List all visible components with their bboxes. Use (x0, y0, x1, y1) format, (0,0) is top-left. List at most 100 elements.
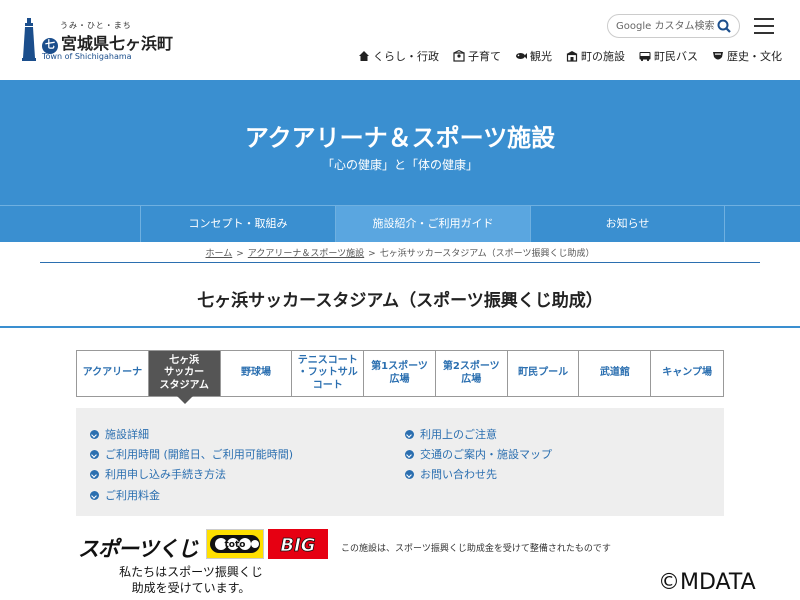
breadcrumb-current: 七ヶ浜サッカースタジアム（スポーツ振興くじ助成） (379, 249, 595, 259)
facility-tab-label: 七ヶ浜 サッカー スタジアム (159, 354, 209, 391)
copyright-watermark: ©MDATA (658, 570, 756, 595)
toto-logo[interactable]: toto (206, 529, 264, 559)
link-label: 交通のご案内・施設マップ (420, 448, 552, 461)
nav-item-tourism[interactable]: 観光 (515, 48, 552, 64)
facility-tab[interactable]: 七ヶ浜 サッカー スタジアム (148, 351, 221, 404)
top-nav: くらし・行政 子育て 観光 町の施設 町民バス 歴史・文化 (358, 48, 782, 64)
facility-tab-label: キャンプ場 (662, 367, 712, 379)
breadcrumb: ホーム > アクアリーナ＆スポーツ施設 > 七ヶ浜サッカースタジアム（スポーツ振興くじ助… (0, 246, 800, 259)
facility-tab[interactable]: 野球場 (220, 351, 293, 396)
search-box (607, 14, 740, 38)
nav-label: くらし・行政 (373, 50, 439, 63)
search-icon[interactable] (717, 19, 731, 33)
facility-tabs: アクアリーナ 七ヶ浜 サッカー スタジアム 野球場 テニスコート ・フットサル コート… (76, 350, 724, 404)
link-label: 利用申し込み手続き方法 (105, 468, 226, 481)
arrow-circle-icon (405, 449, 414, 459)
link-label: 利用上のご注意 (420, 428, 497, 441)
menu-bar (754, 18, 774, 20)
fish-icon (516, 53, 527, 59)
menu-button[interactable] (754, 18, 774, 34)
big-logo-mark: BIG (280, 535, 316, 557)
arrow-circle-icon (405, 429, 414, 439)
nav-item-childcare[interactable]: 子育て (453, 48, 501, 64)
nav-label: 町民バス (654, 50, 698, 63)
breadcrumb-parent[interactable]: アクアリーナ＆スポーツ施設 (248, 249, 364, 259)
facility-tab-label: 第2スポーツ 広場 (442, 361, 500, 385)
nav-label: 観光 (530, 50, 552, 63)
arrow-circle-icon (90, 469, 99, 479)
nav-item-living[interactable]: くらし・行政 (358, 48, 439, 64)
section-nav: コンセプト・取組み 施設紹介・ご利用ガイド お知らせ (0, 205, 800, 242)
town-name-text: 宮城県七ヶ浜町 (61, 34, 174, 53)
facility-tab-label: 第1スポーツ 広場 (371, 361, 428, 385)
town-name: 七宮城県七ヶ浜町 (42, 30, 173, 54)
nav-item-facilities[interactable]: 町の施設 (566, 48, 625, 64)
facility-tab-label: アクアリーナ (82, 367, 143, 379)
hero-banner: アクアリーナ＆スポーツ施設 「心の健康」と「体の健康」 (0, 80, 800, 205)
link-precautions[interactable]: 利用上のご注意 (405, 426, 497, 442)
facility-tab-label: 野球場 (240, 367, 271, 379)
tab-concept[interactable]: コンセプト・取組み (140, 206, 335, 242)
arrow-circle-icon (90, 449, 99, 459)
facility-tab[interactable]: 第1スポーツ 広場 (364, 351, 436, 396)
big-label: BIG (280, 535, 315, 556)
link-access-map[interactable]: 交通のご案内・施設マップ (405, 446, 552, 462)
divider (0, 326, 800, 328)
nav-label: 歴史・文化 (727, 50, 782, 63)
tab-facility-guide[interactable]: 施設紹介・ご利用ガイド (335, 206, 530, 242)
facility-tab[interactable]: アクアリーナ (77, 351, 149, 396)
house-icon (359, 51, 369, 61)
link-contact[interactable]: お問い合わせ先 (405, 466, 497, 482)
lighthouse-icon (22, 18, 36, 61)
hero-title: アクアリーナ＆スポーツ施設 (244, 124, 556, 152)
search-input[interactable] (616, 18, 716, 34)
info-links-box: 施設詳細 ご利用時間 (開館日、ご利用可能時間) 利用申し込み手続き方法 ご利用… (76, 408, 724, 516)
site-header: うみ・ひと・まち 七宮城県七ヶ浜町 Town of Shichigahama く… (0, 0, 800, 80)
facility-tab-label: 町民プール (518, 367, 569, 379)
link-fees[interactable]: ご利用料金 (90, 487, 160, 503)
building-icon (566, 51, 578, 62)
nav-item-history[interactable]: 歴史・文化 (712, 48, 782, 64)
link-opening-hours[interactable]: ご利用時間 (開館日、ご利用可能時間) (90, 446, 293, 462)
big-logo[interactable]: BIG (268, 529, 328, 559)
support-line: 助成を受けています。 (131, 581, 251, 596)
breadcrumb-separator: > (368, 249, 376, 259)
facility-tab[interactable]: キャンプ場 (651, 351, 724, 396)
facility-tab[interactable]: テニスコート ・フットサル コート (292, 351, 365, 396)
page-title: 七ヶ浜サッカースタジアム（スポーツ振興くじ助成） (197, 291, 603, 311)
arrow-circle-icon (90, 490, 99, 500)
link-label: お問い合わせ先 (420, 468, 497, 481)
nav-label: 子育て (468, 50, 501, 63)
town-logo[interactable]: うみ・ひと・まち 七宮城県七ヶ浜町 Town of Shichigahama (18, 16, 188, 64)
town-english-name: Town of Shichigahama (42, 52, 132, 61)
facility-tab[interactable]: 町民プール (507, 351, 580, 396)
breadcrumb-separator: > (236, 249, 244, 259)
tab-news[interactable]: お知らせ (530, 206, 725, 242)
nav-item-bus[interactable]: 町民バス (639, 48, 698, 64)
history-icon (713, 52, 723, 60)
menu-bar (754, 25, 774, 27)
link-application[interactable]: 利用申し込み手続き方法 (90, 466, 226, 482)
toto-logo-mark: toto (210, 535, 260, 553)
arrow-circle-icon (405, 469, 414, 479)
hero-subtitle: 「心の健康」と「体の健康」 (321, 158, 478, 172)
subsidy-notice: この施設は、スポーツ振興くじ助成金を受けて整備されたものです (341, 544, 611, 554)
facility-tab[interactable]: 武道館 (579, 351, 652, 396)
child-icon (453, 50, 465, 62)
bus-icon (639, 52, 651, 62)
facility-tab-label: テニスコート ・フットサル コート (297, 354, 358, 391)
divider (40, 262, 760, 263)
sports-kuji-logo: スポーツくじ (78, 537, 199, 561)
toto-label: toto (225, 540, 246, 550)
link-label: ご利用料金 (105, 489, 160, 502)
link-facility-details[interactable]: 施設詳細 (90, 426, 149, 442)
arrow-circle-icon (90, 429, 99, 439)
breadcrumb-home[interactable]: ホーム (206, 249, 233, 259)
nav-label: 町の施設 (581, 50, 625, 63)
support-message: 私たちはスポーツ振興くじ 助成を受けています。 (96, 564, 286, 596)
facility-tab[interactable]: 第2スポーツ 広場 (435, 351, 508, 396)
menu-bar (754, 32, 774, 34)
link-label: ご利用時間 (開館日、ご利用可能時間) (105, 448, 294, 461)
facility-tab-label: 武道館 (599, 367, 630, 379)
support-line: 私たちはスポーツ振興くじ (119, 565, 263, 579)
